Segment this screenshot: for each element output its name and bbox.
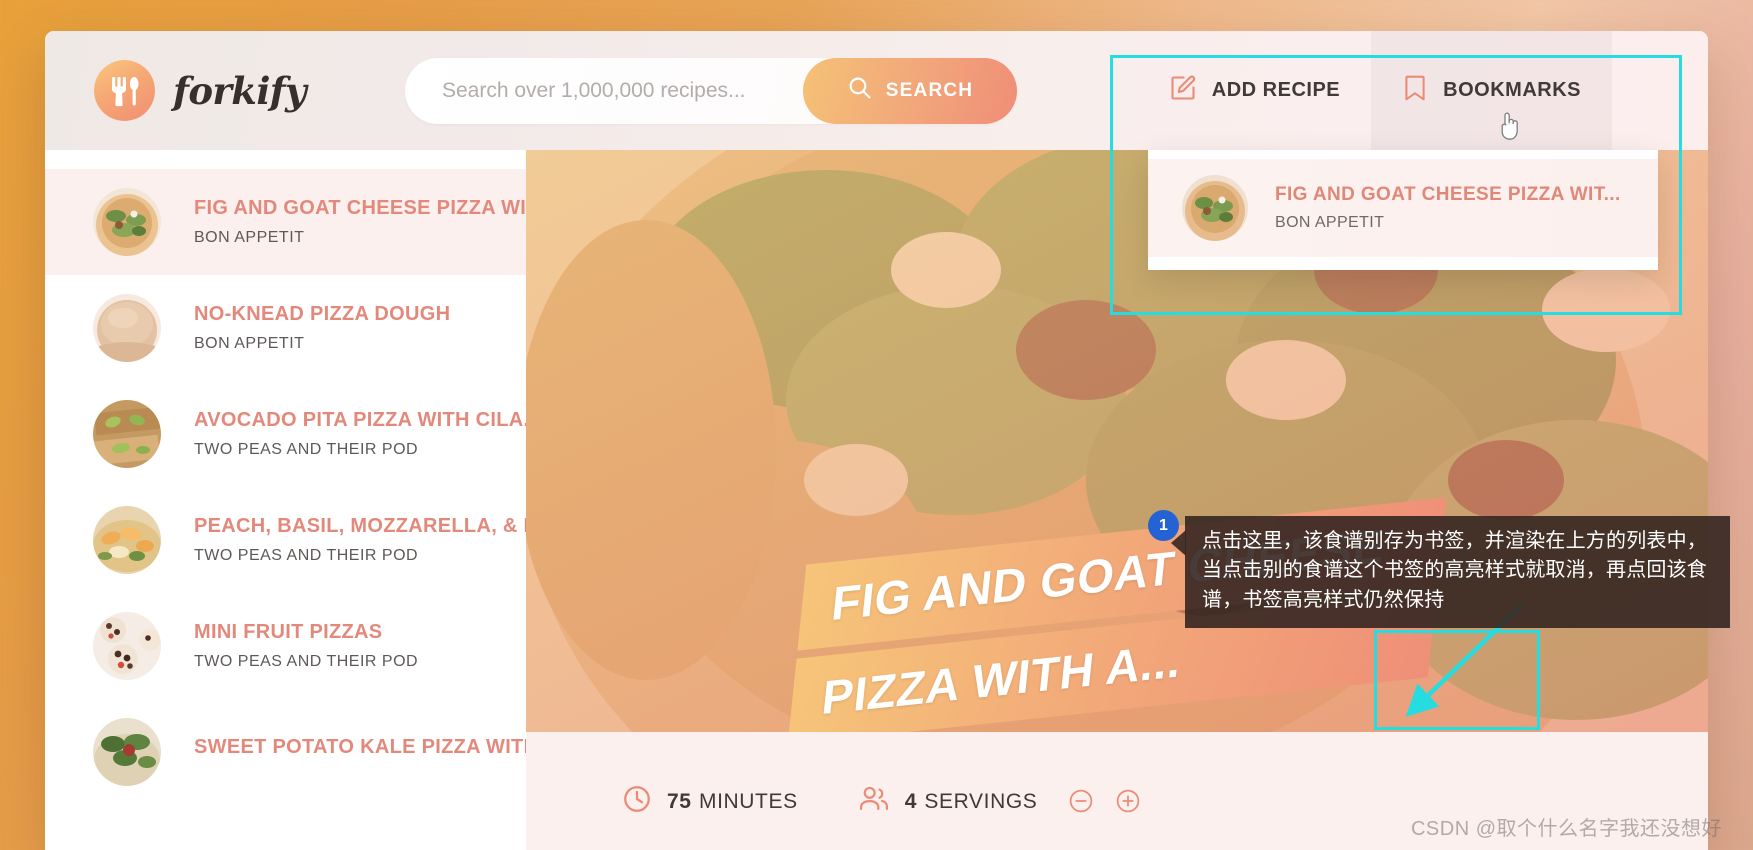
recipe-item-title: AVOCADO PITA PIZZA WITH CILA...	[194, 408, 526, 431]
recipe-thumbnail	[93, 717, 161, 786]
header-nav: ADD RECIPE BOOKMARKS	[1138, 31, 1612, 150]
search-input[interactable]	[405, 78, 803, 103]
servings-value: 4	[904, 790, 917, 813]
recipe-item-publisher: TWO PEAS AND THEIR POD	[194, 440, 419, 458]
annotation-tooltip: 点击这里，该食谱别存为书签，并渲染在上方的列表中，当点击别的食谱这个书签的高亮样…	[1171, 516, 1730, 629]
search-button[interactable]: SEARCH	[803, 57, 1017, 124]
cooking-time: 75 MINUTES	[622, 784, 798, 820]
annotation-step-badge: 1	[1148, 510, 1179, 541]
servings-info: 4 SERVINGS	[858, 784, 1148, 820]
recipe-result-item[interactable]: MINI FRUIT PIZZAS TWO PEAS AND THEIR POD	[45, 593, 526, 699]
recipe-item-texts: MINI FRUIT PIZZAS TWO PEAS AND THEIR POD	[194, 621, 418, 671]
clock-icon	[622, 784, 652, 820]
servings-unit: SERVINGS	[924, 790, 1038, 813]
search-icon	[847, 75, 872, 106]
bookmark-item-texts: FIG AND GOAT CHEESE PIZZA WIT... BON APP…	[1275, 184, 1621, 232]
brand-logo[interactable]: forkify	[94, 60, 307, 121]
bookmarks-label: BOOKMARKS	[1443, 79, 1581, 101]
bookmark-outline-icon	[1402, 74, 1428, 108]
recipe-thumbnail	[93, 505, 161, 574]
decrease-servings-button[interactable]	[1068, 788, 1094, 817]
search-results-sidebar: FIG AND GOAT CHEESE PIZZA WIT... BON APP…	[45, 150, 526, 850]
recipe-thumbnail	[93, 611, 161, 680]
forkify-app-window: forkify SEARCH	[45, 31, 1708, 850]
recipe-item-publisher: BON APPETIT	[194, 228, 305, 246]
recipe-item-title: MINI FRUIT PIZZAS	[194, 620, 383, 643]
recipe-item-title: PEACH, BASIL, MOZZARELLA, & B...	[194, 514, 526, 537]
recipe-result-item[interactable]: AVOCADO PITA PIZZA WITH CILA... TWO PEAS…	[45, 381, 526, 487]
bookmarks-button[interactable]: BOOKMARKS	[1371, 31, 1612, 150]
recipe-item-title: NO-KNEAD PIZZA DOUGH	[194, 302, 451, 325]
increase-servings-button[interactable]	[1115, 788, 1141, 817]
recipe-item-title: SWEET POTATO KALE PIZZA WITH	[194, 735, 526, 758]
minus-circle-icon	[1068, 788, 1094, 817]
recipe-item-texts: NO-KNEAD PIZZA DOUGH BON APPETIT	[194, 303, 450, 353]
plus-circle-icon	[1115, 788, 1141, 817]
bookmarks-dropdown-panel: FIG AND GOAT CHEESE PIZZA WIT... BON APP…	[1148, 150, 1658, 270]
fork-spoon-icon	[94, 60, 155, 121]
recipe-result-item[interactable]: PEACH, BASIL, MOZZARELLA, & B... TWO PEA…	[45, 487, 526, 593]
recipe-item-publisher: TWO PEAS AND THEIR POD	[194, 652, 419, 670]
users-icon	[858, 784, 890, 820]
recipe-result-item[interactable]: FIG AND GOAT CHEESE PIZZA WIT... BON APP…	[45, 169, 526, 275]
cooking-time-unit: MINUTES	[699, 790, 798, 813]
cooking-time-text: 75 MINUTES	[667, 790, 798, 814]
recipe-item-texts: SWEET POTATO KALE PIZZA WITH	[194, 736, 526, 768]
recipe-item-texts: AVOCADO PITA PIZZA WITH CILA... TWO PEAS…	[194, 409, 526, 459]
add-recipe-label: ADD RECIPE	[1211, 79, 1341, 101]
recipe-result-item[interactable]: NO-KNEAD PIZZA DOUGH BON APPETIT	[45, 275, 526, 381]
bookmark-thumbnail	[1182, 175, 1248, 241]
recipe-thumbnail	[93, 293, 161, 362]
bookmark-item-publisher: BON APPETIT	[1275, 214, 1385, 231]
recipe-item-publisher: BON APPETIT	[194, 334, 305, 352]
brand-name: forkify	[173, 68, 307, 113]
bookmark-item-title: FIG AND GOAT CHEESE PIZZA WIT...	[1275, 184, 1621, 205]
recipe-item-texts: FIG AND GOAT CHEESE PIZZA WIT... BON APP…	[194, 197, 526, 247]
servings-text: 4 SERVINGS	[905, 790, 1038, 814]
recipe-item-publisher: TWO PEAS AND THEIR POD	[194, 546, 419, 564]
search-bar[interactable]: SEARCH	[405, 57, 1017, 124]
recipe-thumbnail	[93, 399, 161, 468]
recipe-item-title: FIG AND GOAT CHEESE PIZZA WIT...	[194, 196, 526, 219]
app-header: forkify SEARCH	[45, 31, 1708, 270]
edit-pencil-icon	[1169, 74, 1197, 108]
bookmark-list-item[interactable]: FIG AND GOAT CHEESE PIZZA WIT... BON APP…	[1148, 159, 1658, 257]
recipe-item-texts: PEACH, BASIL, MOZZARELLA, & B... TWO PEA…	[194, 515, 526, 565]
search-button-label: SEARCH	[885, 79, 974, 101]
add-recipe-button[interactable]: ADD RECIPE	[1138, 31, 1371, 150]
csdn-watermark: CSDN @取个什么名字我还没想好	[1410, 818, 1722, 840]
recipe-details-row: 75 MINUTES 4 SERVINGS	[526, 732, 1708, 820]
recipe-thumbnail	[93, 187, 161, 256]
cooking-time-value: 75	[667, 790, 692, 813]
recipe-result-item[interactable]: SWEET POTATO KALE PIZZA WITH	[45, 699, 526, 805]
